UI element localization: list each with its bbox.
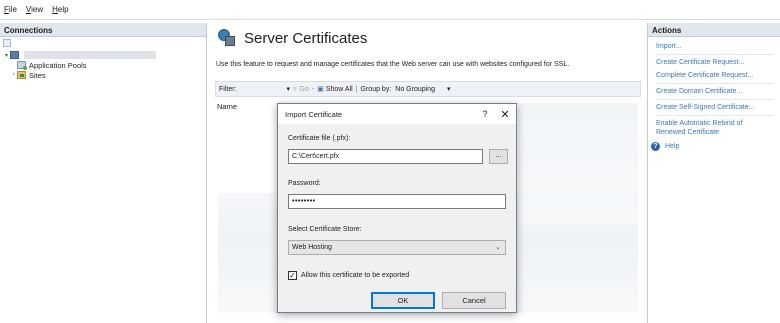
server-icon <box>10 51 19 59</box>
cancel-button[interactable]: Cancel <box>442 292 506 309</box>
tree-node-server[interactable]: ▾ <box>3 50 203 60</box>
action-enable-automatic-rebind[interactable]: Enable Automatic Rebind of Renewed Certi… <box>648 117 763 139</box>
tree-node-app-pools[interactable]: Application Pools <box>3 60 203 70</box>
dialog-help-button[interactable]: ? <box>476 109 494 119</box>
help-icon: ? <box>651 142 660 151</box>
feature-description: Use this feature to request and manage c… <box>216 61 570 68</box>
certificate-store-label: Select Certificate Store: <box>288 226 362 233</box>
close-icon[interactable]: ✕ <box>494 108 516 121</box>
show-all-icon: ▣ <box>317 86 324 93</box>
new-connection-icon[interactable] <box>3 39 11 47</box>
connections-toolbar <box>0 37 206 49</box>
group-by-label: Group by: <box>360 85 392 93</box>
filter-label: Filter: <box>219 85 237 93</box>
connections-tree: ▾ Application Pools › Sites <box>0 49 206 81</box>
certificate-file-input[interactable]: C:\Cert\cert.pfx <box>288 149 483 164</box>
divider <box>656 54 774 55</box>
actions-header: Actions <box>648 23 780 37</box>
tree-label-app-pools: Application Pools <box>29 60 87 70</box>
action-complete-certificate-request[interactable]: Complete Certificate Request... <box>648 69 780 82</box>
action-help[interactable]: ? Help <box>648 139 780 151</box>
divider <box>656 115 774 116</box>
dialog-title: Import Certificate <box>285 109 343 119</box>
certificate-file-label: Certificate file (.pfx): <box>288 135 351 142</box>
dialog-title-bar: Import Certificate ? ✕ <box>278 104 516 124</box>
group-by-select[interactable]: No Grouping <box>395 86 435 93</box>
connections-panel: Connections ▾ Application Pools › Sites <box>0 23 207 323</box>
separator: | <box>355 85 358 93</box>
server-name-redacted <box>24 51 156 59</box>
divider <box>656 99 774 100</box>
import-certificate-dialog: Import Certificate ? ✕ Certificate file … <box>277 103 517 313</box>
menu-bar: File View Help <box>0 0 780 20</box>
chevron-down-icon: ⌄ <box>495 244 501 251</box>
feature-header: Server Certificates <box>208 23 646 53</box>
password-input[interactable]: •••••••• <box>288 194 506 209</box>
menu-file[interactable]: File <box>4 5 17 14</box>
certificate-store-value: Web Hosting <box>292 244 332 251</box>
tree-label-sites: Sites <box>29 70 46 80</box>
filter-input[interactable] <box>236 84 287 94</box>
allow-export-row[interactable]: ✓ Allow this certificate to be exported <box>288 271 409 280</box>
separator: - <box>311 85 315 93</box>
password-label: Password: <box>288 180 321 187</box>
allow-export-checkbox[interactable]: ✓ <box>288 271 297 280</box>
dialog-body: Certificate file (.pfx): C:\Cert\cert.pf… <box>278 124 516 312</box>
collapse-icon[interactable]: ▾ <box>3 52 10 59</box>
tree-node-sites[interactable]: › Sites <box>3 70 203 80</box>
expand-icon[interactable]: › <box>10 72 17 78</box>
browse-button[interactable]: ... <box>489 149 508 164</box>
ok-button[interactable]: OK <box>371 292 435 309</box>
go-button[interactable]: Go <box>300 86 309 93</box>
actions-list: Import... Create Certificate Request... … <box>648 37 780 151</box>
allow-export-label: Allow this certificate to be exported <box>301 272 410 279</box>
menu-view[interactable]: View <box>26 5 43 14</box>
filter-bar: Filter: ▾ ▿ Go - ▣ Show All | Group by: … <box>215 81 641 97</box>
page-title: Server Certificates <box>244 29 368 47</box>
action-help-label: Help <box>665 143 680 150</box>
menu-help[interactable]: Help <box>52 5 68 14</box>
connections-header: Connections <box>0 23 206 37</box>
action-create-domain-certificate[interactable]: Create Domain Certificate... <box>648 85 780 98</box>
group-by-dropdown-icon[interactable]: ▾ <box>447 85 451 93</box>
actions-panel: Actions Import... Create Certificate Req… <box>647 23 780 323</box>
go-funnel-icon: ▿ <box>293 86 297 93</box>
application-pools-icon <box>17 61 27 70</box>
certificate-list-obscured <box>518 103 638 223</box>
certificate-store-select[interactable]: Web Hosting ⌄ <box>288 240 506 255</box>
action-create-self-signed-certificate[interactable]: Create Self-Signed Certificate... <box>648 101 780 114</box>
server-certificates-icon <box>216 28 236 48</box>
filter-dropdown-icon[interactable]: ▾ <box>287 85 291 93</box>
sites-icon <box>17 71 26 79</box>
action-create-certificate-request[interactable]: Create Certificate Request... <box>648 56 780 69</box>
divider <box>656 83 774 84</box>
action-import[interactable]: Import... <box>648 40 780 53</box>
show-all-button[interactable]: Show All <box>326 86 353 93</box>
